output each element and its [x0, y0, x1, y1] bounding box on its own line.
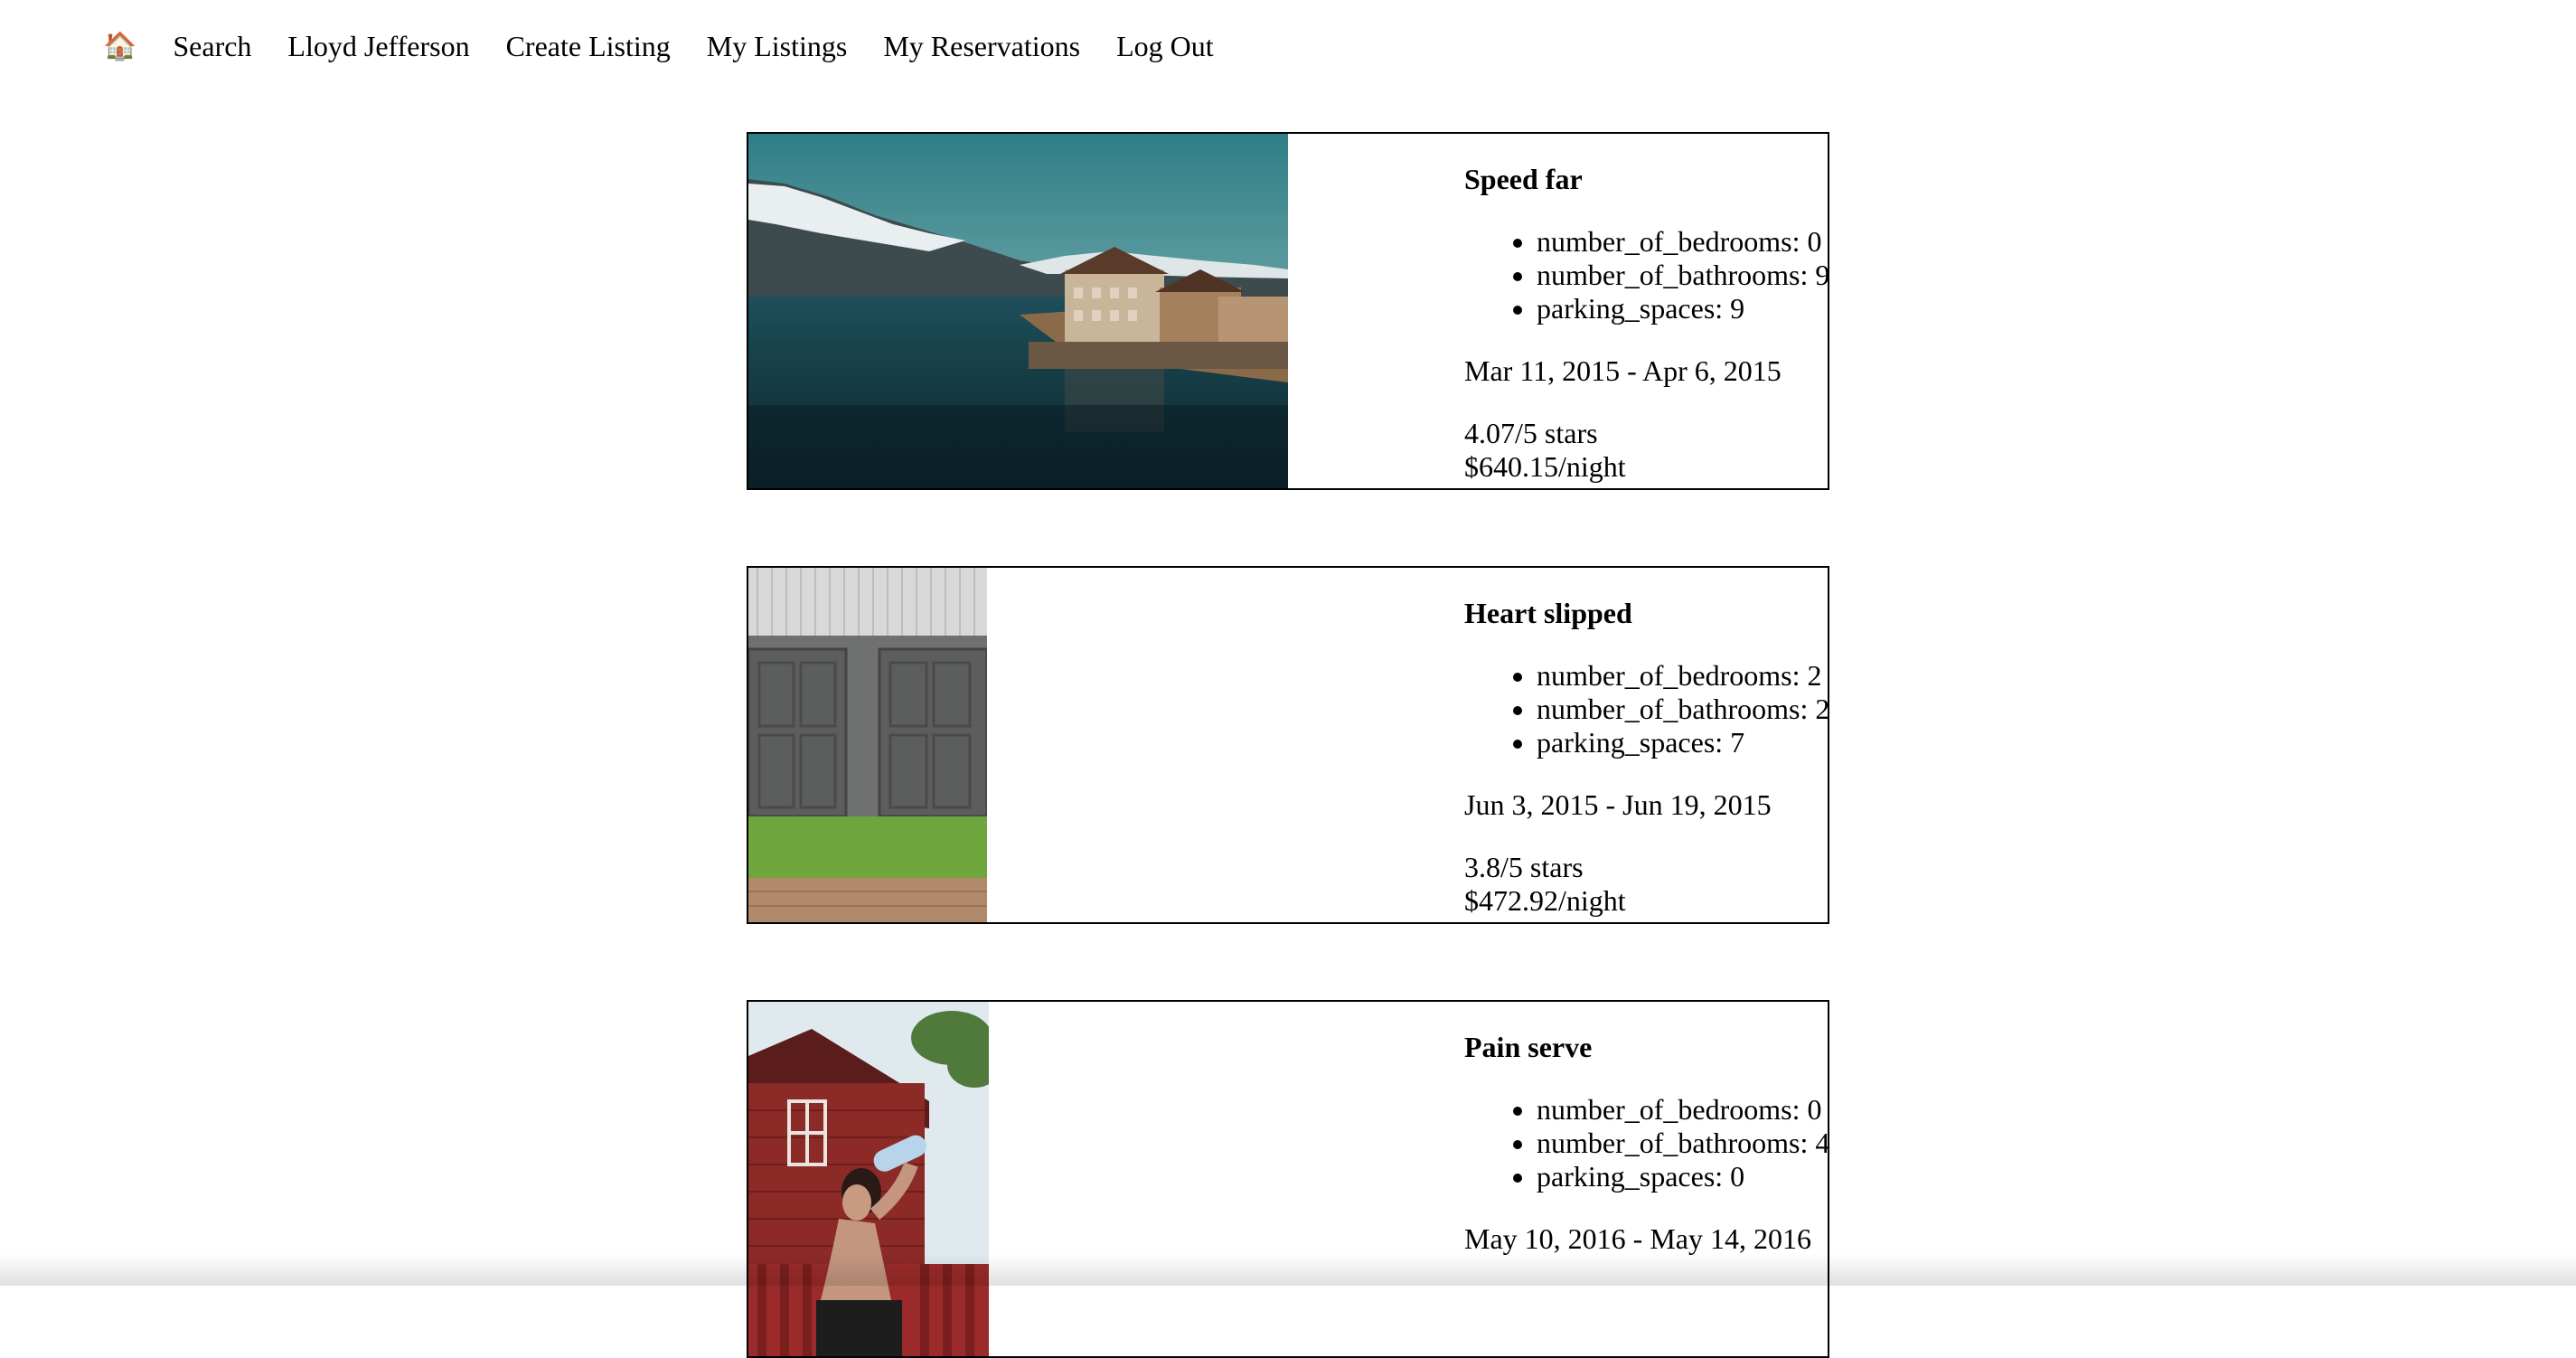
listing-photo[interactable] [748, 1002, 989, 1356]
listing-title[interactable]: Speed far [1464, 163, 1828, 196]
listing-title[interactable]: Pain serve [1464, 1031, 1828, 1064]
listing-card[interactable]: Heart slipped number_of_bedrooms: 2 numb… [747, 566, 1829, 924]
nav-create-listing-link[interactable]: Create Listing [506, 30, 671, 63]
listing-dates: Mar 11, 2015 - Apr 6, 2015 [1464, 354, 1828, 388]
listing-info: Heart slipped number_of_bedrooms: 2 numb… [1464, 568, 1828, 922]
nav-my-listings-link[interactable]: My Listings [707, 30, 848, 63]
listing-dates: May 10, 2016 - May 14, 2016 [1464, 1222, 1828, 1256]
feature-parking: parking_spaces: 7 [1537, 726, 1828, 759]
listing-photo[interactable] [748, 134, 1288, 488]
listing-card[interactable]: Speed far number_of_bedrooms: 0 number_o… [747, 132, 1829, 490]
nav-user-link[interactable]: Lloyd Jefferson [287, 30, 469, 63]
nav-search-link[interactable]: Search [173, 30, 251, 63]
top-nav: 🏠 Search Lloyd Jefferson Create Listing … [103, 25, 1250, 67]
nav-my-reservations-link[interactable]: My Reservations [883, 30, 1080, 63]
listing-info: Speed far number_of_bedrooms: 0 number_o… [1464, 134, 1828, 488]
listing-features: number_of_bedrooms: 0 number_of_bathroom… [1464, 225, 1828, 325]
listing-price: $640.15/night [1464, 450, 1828, 484]
feature-bathrooms: number_of_bathrooms: 2 [1537, 693, 1828, 726]
listing-photo[interactable] [748, 568, 987, 922]
feature-parking: parking_spaces: 9 [1537, 292, 1828, 325]
listing-rating: 3.8/5 stars [1464, 851, 1828, 884]
listing-card[interactable]: Pain serve number_of_bedrooms: 0 number_… [747, 1000, 1829, 1358]
listing-features: number_of_bedrooms: 0 number_of_bathroom… [1464, 1093, 1828, 1193]
feature-bathrooms: number_of_bathrooms: 9 [1537, 259, 1828, 292]
listing-dates: Jun 3, 2015 - Jun 19, 2015 [1464, 788, 1828, 822]
feature-bedrooms: number_of_bedrooms: 0 [1537, 1093, 1828, 1127]
listing-title[interactable]: Heart slipped [1464, 597, 1828, 630]
home-icon[interactable]: 🏠 [103, 31, 136, 62]
feature-bathrooms: number_of_bathrooms: 4 [1537, 1127, 1828, 1160]
feature-bedrooms: number_of_bedrooms: 0 [1537, 225, 1828, 259]
listing-price: $472.92/night [1464, 884, 1828, 918]
nav-log-out-link[interactable]: Log Out [1116, 30, 1214, 63]
listing-info: Pain serve number_of_bedrooms: 0 number_… [1464, 1002, 1828, 1356]
feature-bedrooms: number_of_bedrooms: 2 [1537, 659, 1828, 693]
listing-rating: 4.07/5 stars [1464, 417, 1828, 450]
listing-features: number_of_bedrooms: 2 number_of_bathroom… [1464, 659, 1828, 759]
feature-parking: parking_spaces: 0 [1537, 1160, 1828, 1193]
